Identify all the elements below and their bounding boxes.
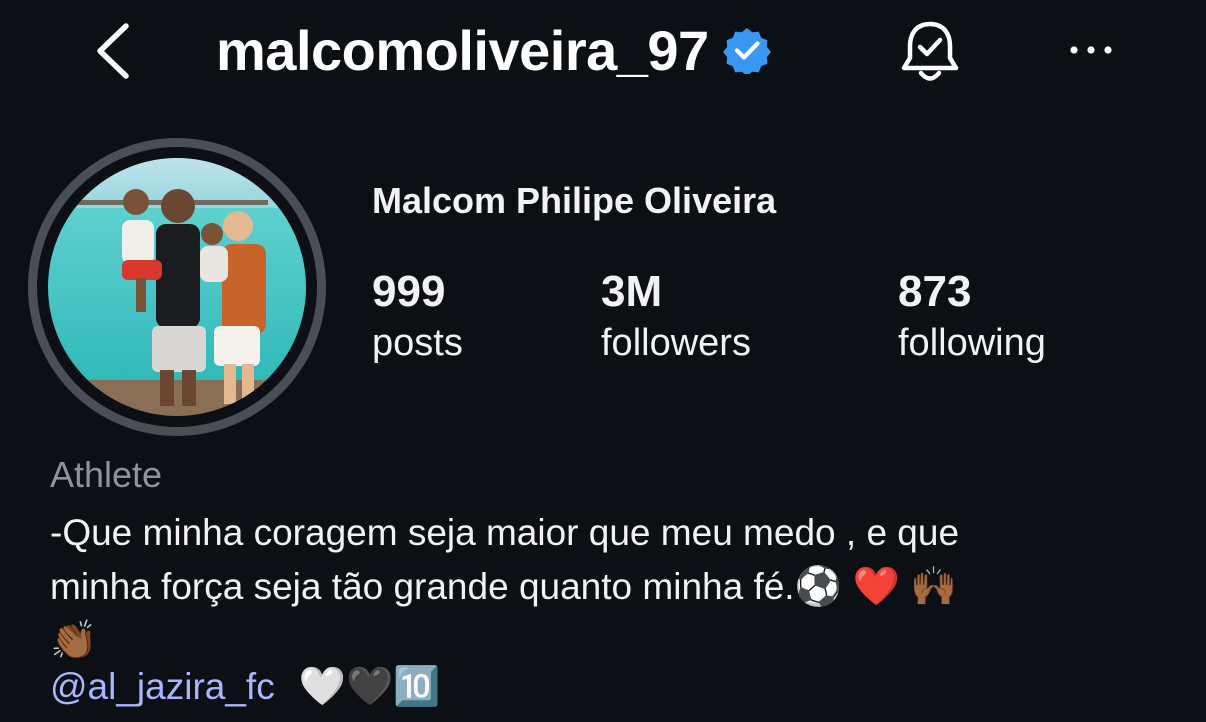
following-label: following	[898, 322, 1046, 364]
posts-label: posts	[372, 322, 463, 364]
following-count: 873	[898, 267, 972, 316]
bio-mention-line: @al_jazira_fc 🤍🖤🔟	[50, 660, 441, 714]
mention-emojis: 🤍🖤🔟	[298, 666, 441, 708]
more-options-button[interactable]	[1064, 30, 1120, 70]
profile-category: Athlete	[50, 454, 163, 495]
verified-badge-icon	[722, 28, 771, 74]
username: malcomoliveira_97	[216, 18, 709, 82]
mention-link[interactable]: @al_jazira_fc	[50, 666, 275, 707]
back-chevron-icon	[97, 23, 129, 79]
followers-count: 3M	[601, 267, 663, 316]
avatar-photo	[48, 158, 306, 416]
profile-header: malcomoliveira_97	[0, 0, 1206, 100]
profile-bio: -Que minha coragem seja maior que meu me…	[50, 506, 1170, 668]
followers-label: followers	[601, 322, 751, 364]
posts-stat[interactable]: 999 posts	[372, 266, 463, 368]
notifications-button[interactable]	[896, 18, 964, 84]
following-stat[interactable]: 873 following	[898, 266, 1046, 368]
bio-line-2-text: minha força seja tão grande quanto minha…	[50, 566, 795, 607]
family-photo-image	[48, 158, 306, 416]
bio-line-2: minha força seja tão grande quanto minha…	[50, 560, 1170, 614]
bio-emojis: ⚽️ ❤️ 🙌🏾	[794, 566, 958, 608]
followers-stat[interactable]: 3M followers	[601, 266, 751, 368]
profile-avatar[interactable]	[28, 138, 326, 436]
more-horizontal-icon	[1070, 46, 1112, 54]
notification-bell-check-icon	[901, 21, 959, 81]
posts-count: 999	[372, 267, 446, 316]
username-title: malcomoliveira_97	[216, 12, 771, 88]
bio-line-1: -Que minha coragem seja maior que meu me…	[50, 512, 960, 553]
back-button[interactable]	[86, 18, 142, 84]
display-name: Malcom Philipe Oliveira	[372, 180, 777, 221]
